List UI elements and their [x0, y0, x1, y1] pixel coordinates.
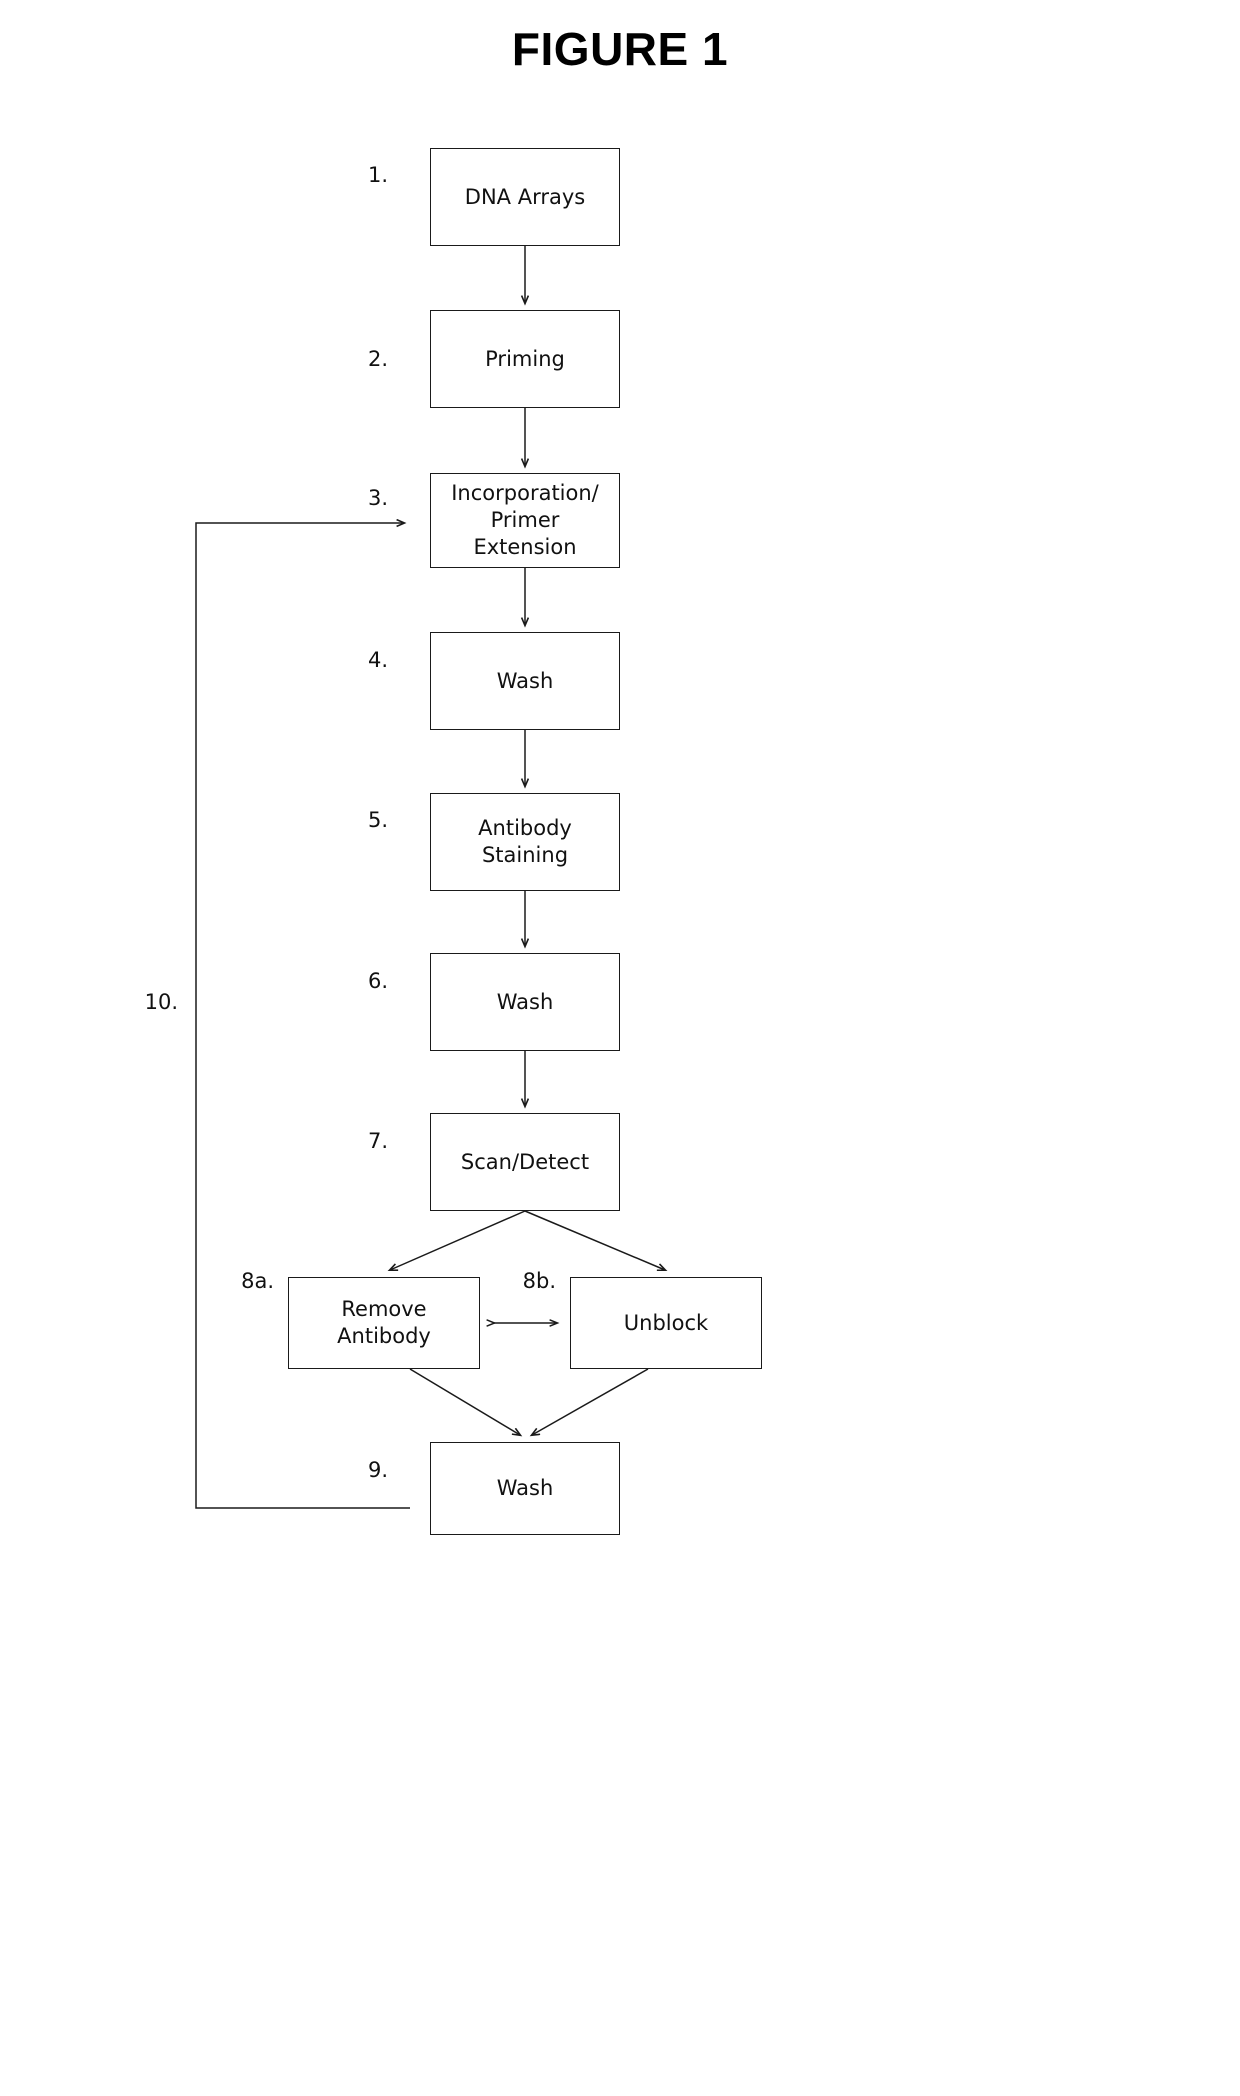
step-number-7: 7. [367, 1129, 388, 1153]
node-priming[interactable]: Priming [430, 310, 620, 408]
node-label-incorporation-primer-extension: Incorporation/ Primer Extension [451, 481, 599, 559]
step-number-5: 5. [367, 808, 388, 832]
step-number-2: 2. [367, 347, 388, 371]
node-label-wash-6: Wash [496, 989, 554, 1014]
node-label-wash-4: Wash [496, 668, 554, 693]
node-label-unblock: Unblock [623, 1310, 709, 1335]
node-label-wash-9: Wash [496, 1476, 554, 1501]
edge-7-8a [390, 1210, 526, 1270]
node-wash-9[interactable]: Wash [430, 1442, 620, 1535]
edge-7-8b [524, 1210, 665, 1270]
node-wash-6[interactable]: Wash [430, 953, 620, 1051]
step-number-1: 1. [367, 163, 388, 187]
node-dna-arrays[interactable]: DNA Arrays [430, 148, 620, 246]
node-label-dna-arrays: DNA Arrays [464, 184, 586, 209]
step-number-4: 4. [367, 648, 388, 672]
node-label-antibody-staining: Antibody Staining [478, 816, 572, 867]
node-label-scan-detect: Scan/Detect [460, 1149, 590, 1174]
step-number-3: 3. [367, 486, 388, 510]
node-unblock[interactable]: Unblock [570, 1277, 762, 1369]
connector-layer [195, 246, 1240, 1509]
node-scan-detect[interactable]: Scan/Detect [430, 1113, 620, 1211]
node-antibody-staining[interactable]: Antibody Staining [430, 793, 620, 891]
node-label-priming: Priming [485, 346, 565, 371]
node-wash-4[interactable]: Wash [430, 632, 620, 730]
figure-canvas: FIGURE 1 1. 2. 3. 4. 5. 6. 7. 8a. 8b. 9.… [0, 0, 1240, 2096]
step-number-6: 6. [367, 969, 388, 993]
node-label-remove-antibody: Remove Antibody [337, 1297, 431, 1348]
figure-title: FIGURE 1 [511, 23, 729, 75]
step-number-8a: 8a. [241, 1269, 274, 1293]
step-number-8b: 8b. [522, 1269, 556, 1293]
step-number-10: 10. [144, 990, 178, 1014]
node-incorporation-primer-extension[interactable]: Incorporation/ Primer Extension [430, 473, 620, 568]
edge-8a-9 [409, 1368, 520, 1435]
edge-8b-9 [532, 1368, 649, 1435]
node-remove-antibody[interactable]: Remove Antibody [288, 1277, 480, 1369]
step-number-9: 9. [367, 1458, 388, 1482]
